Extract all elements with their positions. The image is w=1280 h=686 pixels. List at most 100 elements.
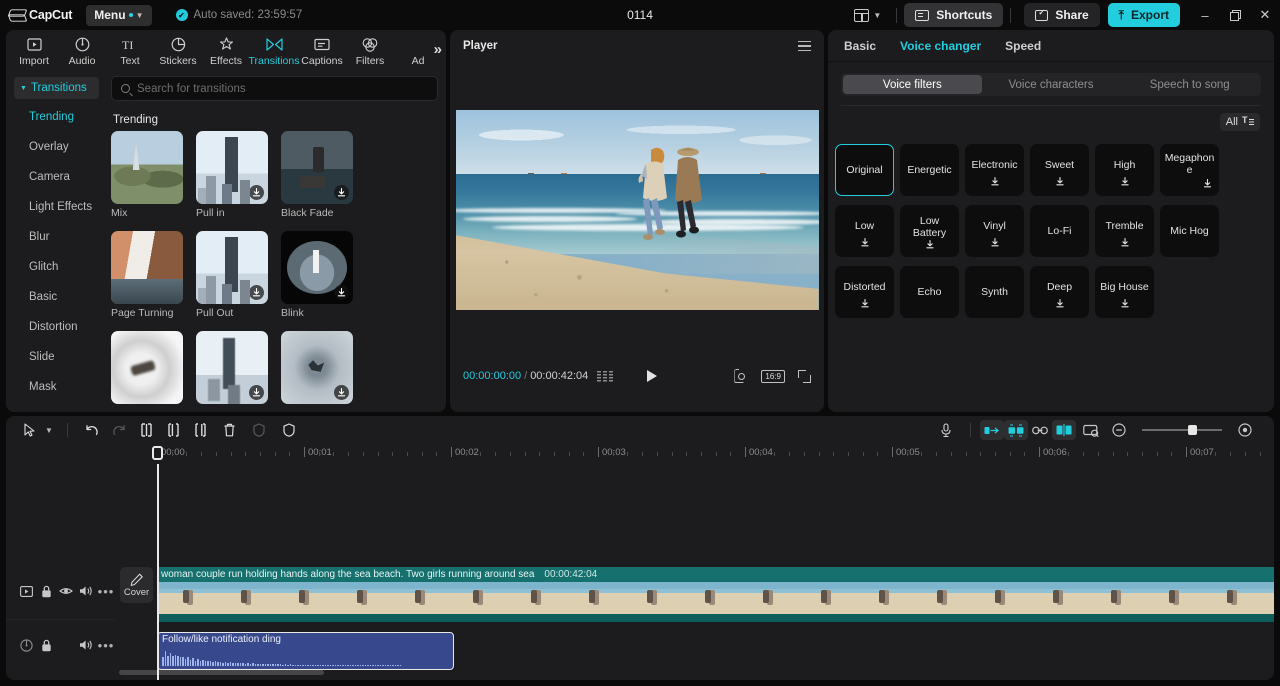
play-icon[interactable] xyxy=(647,370,658,382)
download-icon[interactable] xyxy=(1055,295,1064,313)
transition-thumbnail[interactable] xyxy=(281,331,353,404)
voice-filter-vinyl[interactable]: Vinyl xyxy=(965,205,1024,257)
cursor-icon[interactable] xyxy=(18,423,40,437)
transition-thumbnail[interactable] xyxy=(196,331,268,404)
transition-item[interactable]: Pull Out xyxy=(196,231,268,319)
download-icon[interactable] xyxy=(249,185,264,200)
minimize-button[interactable]: – xyxy=(1190,0,1220,30)
voice-filter-deep[interactable]: Deep xyxy=(1030,266,1089,318)
transition-thumbnail[interactable] xyxy=(111,231,183,304)
autofill-icon[interactable] xyxy=(980,420,1004,440)
shield-icon[interactable] xyxy=(274,423,304,437)
download-icon[interactable] xyxy=(925,236,934,254)
segment-speech-to-song[interactable]: Speech to song xyxy=(1120,75,1259,94)
audio-icon[interactable] xyxy=(16,638,36,652)
shortcuts-button[interactable]: Shortcuts xyxy=(904,3,1004,27)
download-icon[interactable] xyxy=(249,385,264,400)
tool-tab-effects[interactable]: Effects xyxy=(202,33,250,67)
export-button[interactable]: ⤒ Export xyxy=(1107,3,1180,27)
voice-filter-big-house[interactable]: Big House xyxy=(1095,266,1154,318)
share-button[interactable]: Share xyxy=(1024,3,1100,27)
tool-tab-audio[interactable]: Audio xyxy=(58,33,106,67)
undo-icon[interactable] xyxy=(77,424,105,437)
tab-speed[interactable]: Speed xyxy=(1005,39,1041,53)
zoom-out-button[interactable] xyxy=(1106,423,1132,437)
tab-basic[interactable]: Basic xyxy=(844,39,876,53)
aspect-ratio-button[interactable]: 16:9 xyxy=(761,369,785,383)
crop-icon[interactable] xyxy=(734,369,748,383)
clip-icon[interactable] xyxy=(16,585,36,597)
download-icon[interactable] xyxy=(1120,295,1129,313)
voice-filter-mic-hog[interactable]: Mic Hog xyxy=(1160,205,1219,257)
lock-icon[interactable] xyxy=(36,585,56,598)
tool-tab-captions[interactable]: Captions xyxy=(298,33,346,67)
sidebar-item-distortion[interactable]: Distortion xyxy=(6,312,105,342)
trim-left-icon[interactable] xyxy=(160,423,187,437)
filter-all-button[interactable]: All xyxy=(1219,113,1260,131)
freeze-icon[interactable] xyxy=(244,423,274,437)
link-icon[interactable] xyxy=(1028,420,1052,440)
chevron-down-icon[interactable]: ▼ xyxy=(40,426,58,435)
lock-icon[interactable] xyxy=(36,639,56,652)
download-icon[interactable] xyxy=(1203,175,1212,193)
trim-right-icon[interactable] xyxy=(187,423,214,437)
cover-button[interactable]: Cover xyxy=(120,567,153,603)
transition-item[interactable]: Blink xyxy=(281,231,353,319)
search-box[interactable] xyxy=(111,76,438,101)
preview-icon[interactable] xyxy=(1076,424,1106,437)
download-icon[interactable] xyxy=(1055,173,1064,191)
sidebar-item-basic[interactable]: Basic xyxy=(6,282,105,312)
transition-thumbnail[interactable] xyxy=(111,131,183,204)
zoom-slider-handle[interactable] xyxy=(1188,425,1198,435)
transition-item[interactable]: Page Turning xyxy=(111,231,183,319)
voice-filter-synth[interactable]: Synth xyxy=(965,266,1024,318)
timeline-horizontal-scrollbar[interactable] xyxy=(119,670,324,675)
transition-item[interactable]: Mix xyxy=(111,131,183,219)
category-header-transitions[interactable]: ▼ Transitions xyxy=(14,77,99,99)
download-icon[interactable] xyxy=(860,295,869,313)
sidebar-item-overlay[interactable]: Overlay xyxy=(6,132,105,162)
playhead-handle[interactable] xyxy=(152,446,163,460)
download-icon[interactable] xyxy=(334,385,349,400)
transition-thumbnail[interactable] xyxy=(196,231,268,304)
redo-icon[interactable] xyxy=(105,424,133,437)
voice-filter-megaphone[interactable]: Megaphone xyxy=(1160,144,1219,196)
more-icon[interactable]: ••• xyxy=(96,638,116,653)
download-icon[interactable] xyxy=(1120,234,1129,252)
transition-thumbnail[interactable] xyxy=(281,131,353,204)
transition-thumbnail[interactable] xyxy=(111,331,183,404)
playhead[interactable] xyxy=(157,464,159,680)
voice-filter-tremble[interactable]: Tremble xyxy=(1095,205,1154,257)
tool-tab-transitions[interactable]: Transitions xyxy=(249,33,299,67)
voice-filter-distorted[interactable]: Distorted xyxy=(835,266,894,318)
menu-button[interactable]: Menu ▼ xyxy=(86,4,152,26)
split-icon[interactable] xyxy=(133,423,160,437)
sidebar-item-camera[interactable]: Camera xyxy=(6,162,105,192)
download-icon[interactable] xyxy=(334,285,349,300)
download-icon[interactable] xyxy=(990,234,999,252)
layout-button[interactable]: ▼ xyxy=(846,8,889,22)
close-button[interactable]: ✕ xyxy=(1250,0,1280,30)
tool-tab-import[interactable]: Import xyxy=(10,33,58,67)
trash-icon[interactable] xyxy=(214,423,244,437)
tool-tab-text[interactable]: TI Text xyxy=(106,33,154,67)
timeline-ruler[interactable]: 00:00 00:01 00:02 00:03 00:04 00:05 00:06 00:07 xyxy=(6,444,1274,464)
transition-thumbnail[interactable] xyxy=(196,131,268,204)
transition-item[interactable] xyxy=(196,331,268,404)
sidebar-item-glitch[interactable]: Glitch xyxy=(6,252,105,282)
transition-item[interactable] xyxy=(111,331,183,404)
player-menu-icon[interactable] xyxy=(798,40,811,52)
sidebar-item-light-effects[interactable]: Light Effects xyxy=(6,192,105,222)
voice-filter-sweet[interactable]: Sweet xyxy=(1030,144,1089,196)
download-icon[interactable] xyxy=(334,185,349,200)
tab-voice-changer[interactable]: Voice changer xyxy=(900,39,981,53)
volume-icon[interactable] xyxy=(76,639,96,651)
fullscreen-icon[interactable] xyxy=(798,369,811,383)
voice-filter-original[interactable]: Original xyxy=(835,144,894,196)
zoom-slider[interactable] xyxy=(1142,425,1222,435)
sidebar-item-slide[interactable]: Slide xyxy=(6,342,105,372)
more-icon[interactable]: ••• xyxy=(96,584,116,599)
voice-filter-low[interactable]: Low xyxy=(835,205,894,257)
volume-icon[interactable] xyxy=(76,585,96,597)
transition-item[interactable] xyxy=(281,331,353,404)
